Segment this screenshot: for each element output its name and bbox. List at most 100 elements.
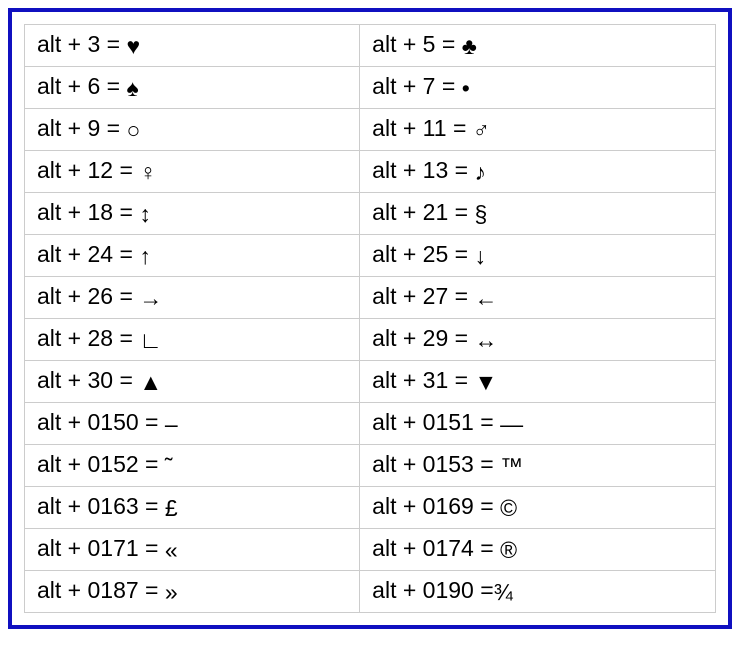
table-row: alt + 0187 = »alt + 0190 =¾ [25,571,716,613]
alt-code-cell: alt + 25 = ↓ [360,235,716,277]
alt-code-text: alt + 13 = [372,157,474,183]
alt-code-text: alt + 27 = [372,283,474,309]
alt-code-cell: alt + 31 = ▼ [360,361,716,403]
alt-code-symbol: ∟ [139,327,162,354]
alt-code-symbol: ♀ [139,159,156,186]
alt-code-cell: alt + 21 = § [360,193,716,235]
alt-code-symbol: ↑ [139,243,151,270]
alt-code-symbol: ↔ [474,327,497,354]
alt-code-text: alt + 5 = [372,31,462,57]
table-row: alt + 0150 = –alt + 0151 = — [25,403,716,445]
alt-code-symbol: « [165,537,178,564]
alt-code-symbol: § [474,201,487,228]
table-row: alt + 9 = ○alt + 11 = ♂ [25,109,716,151]
alt-code-symbol: ♪ [474,159,486,186]
alt-code-text: alt + 0151 = [372,409,500,435]
table-row: alt + 0171 = «alt + 0174 = ® [25,529,716,571]
alt-code-symbol: – [165,411,178,438]
alt-code-symbol: £ [165,495,178,522]
table-row: alt + 30 = ▲alt + 31 = ▼ [25,361,716,403]
alt-code-symbol: ↓ [474,243,486,270]
alt-code-text: alt + 18 = [37,199,139,225]
alt-code-text: alt + 0171 = [37,535,165,561]
table-row: alt + 0152 = ˜alt + 0153 = ™ [25,445,716,487]
alt-code-cell: alt + 27 = ← [360,277,716,319]
alt-code-symbol: — [500,411,523,438]
alt-code-text: alt + 7 = [372,73,462,99]
alt-code-text: alt + 0153 = [372,451,500,477]
alt-code-text: alt + 24 = [37,241,139,267]
alt-code-text: alt + 11 = [372,115,473,141]
alt-code-symbol: » [165,579,178,606]
alt-code-text: alt + 0174 = [372,535,500,561]
alt-code-cell: alt + 29 = ↔ [360,319,716,361]
alt-code-cell: alt + 13 = ♪ [360,151,716,193]
alt-code-symbol: ♠ [127,75,139,102]
alt-code-table-body: alt + 3 = ♥alt + 5 = ♣alt + 6 = ♠alt + 7… [25,25,716,613]
alt-code-text: alt + 25 = [372,241,474,267]
alt-code-text: alt + 0152 = [37,451,165,477]
alt-code-text: alt + 26 = [37,283,139,309]
alt-code-text: alt + 0163 = [37,493,165,519]
alt-code-cell: alt + 0151 = — [360,403,716,445]
alt-code-symbol: ▼ [474,369,497,396]
alt-code-table: alt + 3 = ♥alt + 5 = ♣alt + 6 = ♠alt + 7… [24,24,716,613]
alt-code-text: alt + 0187 = [37,577,165,603]
alt-code-cell: alt + 0152 = ˜ [25,445,360,487]
alt-code-cell: alt + 0169 = © [360,487,716,529]
alt-code-symbol: ▲ [139,369,162,396]
alt-code-symbol: • [462,75,470,102]
alt-code-symbol: → [139,285,162,312]
table-row: alt + 12 = ♀alt + 13 = ♪ [25,151,716,193]
table-row: alt + 18 = ↕alt + 21 = § [25,193,716,235]
alt-code-cell: alt + 3 = ♥ [25,25,360,67]
alt-code-symbol: ← [474,285,497,312]
alt-code-cell: alt + 5 = ♣ [360,25,716,67]
alt-code-symbol: ♥ [127,33,141,60]
alt-code-text: alt + 9 = [37,115,127,141]
alt-code-text: alt + 0169 = [372,493,500,519]
table-row: alt + 24 = ↑alt + 25 = ↓ [25,235,716,277]
alt-code-symbol: ¾ [494,579,513,606]
alt-code-cell: alt + 28 = ∟ [25,319,360,361]
alt-code-cell: alt + 26 = → [25,277,360,319]
alt-code-cell: alt + 9 = ○ [25,109,360,151]
alt-code-cell: alt + 0171 = « [25,529,360,571]
alt-code-symbol: ˜ [165,453,173,480]
alt-code-text: alt + 30 = [37,367,139,393]
alt-code-cell: alt + 18 = ↕ [25,193,360,235]
alt-code-reference-container: alt + 3 = ♥alt + 5 = ♣alt + 6 = ♠alt + 7… [8,8,732,629]
alt-code-cell: alt + 0163 = £ [25,487,360,529]
alt-code-cell: alt + 24 = ↑ [25,235,360,277]
alt-code-symbol: ™ [500,453,523,480]
alt-code-text: alt + 29 = [372,325,474,351]
alt-code-cell: alt + 12 = ♀ [25,151,360,193]
alt-code-text: alt + 31 = [372,367,474,393]
alt-code-text: alt + 6 = [37,73,127,99]
alt-code-text: alt + 0150 = [37,409,165,435]
alt-code-symbol: ○ [127,117,141,144]
alt-code-cell: alt + 6 = ♠ [25,67,360,109]
alt-code-cell: alt + 0174 = ® [360,529,716,571]
alt-code-symbol: ® [500,537,517,564]
alt-code-cell: alt + 30 = ▲ [25,361,360,403]
alt-code-symbol: ♣ [462,33,477,60]
alt-code-text: alt + 3 = [37,31,127,57]
alt-code-symbol: © [500,495,517,522]
alt-code-cell: alt + 11 = ♂ [360,109,716,151]
alt-code-text: alt + 21 = [372,199,474,225]
alt-code-text: alt + 12 = [37,157,139,183]
alt-code-cell: alt + 0153 = ™ [360,445,716,487]
alt-code-cell: alt + 0187 = » [25,571,360,613]
alt-code-cell: alt + 0150 = – [25,403,360,445]
table-row: alt + 0163 = £alt + 0169 = © [25,487,716,529]
alt-code-symbol: ♂ [473,117,490,144]
table-row: alt + 26 = →alt + 27 = ← [25,277,716,319]
alt-code-symbol: ↕ [139,201,151,228]
table-row: alt + 6 = ♠alt + 7 = • [25,67,716,109]
alt-code-cell: alt + 0190 =¾ [360,571,716,613]
alt-code-text: alt + 0190 = [372,577,494,603]
alt-code-cell: alt + 7 = • [360,67,716,109]
table-row: alt + 28 = ∟alt + 29 = ↔ [25,319,716,361]
alt-code-text: alt + 28 = [37,325,139,351]
